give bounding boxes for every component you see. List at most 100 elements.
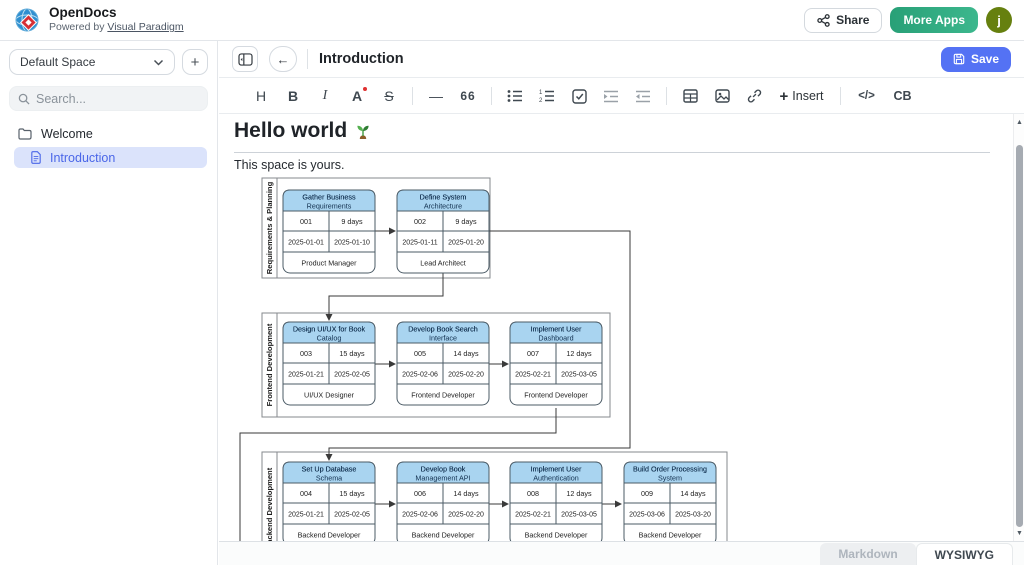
tab-markdown[interactable]: Markdown <box>820 543 915 565</box>
back-button[interactable]: ← <box>269 46 297 72</box>
toolbar-separator <box>491 87 492 105</box>
sidebar-item-introduction[interactable]: Introduction <box>14 147 207 168</box>
svg-text:Dashboard: Dashboard <box>538 334 573 343</box>
svg-text:2025-03-06: 2025-03-06 <box>629 512 665 519</box>
task-card-005: Develop Book SearchInterface00514 days20… <box>397 322 489 405</box>
blockquote-button[interactable]: 66 <box>458 85 479 107</box>
toggle-sidebar-button[interactable] <box>232 46 258 72</box>
table-button[interactable] <box>680 85 701 107</box>
svg-text:Build Order Processing: Build Order Processing <box>633 465 707 474</box>
horizontal-rule-button[interactable]: — <box>426 85 447 107</box>
task-card-006: Develop BookManagement API00614 days2025… <box>397 462 489 541</box>
tab-wysiwyg[interactable]: WYSIWYG <box>916 543 1013 565</box>
more-apps-button[interactable]: More Apps <box>890 7 978 33</box>
add-space-button[interactable]: + <box>182 49 208 75</box>
svg-text:2025-01-11: 2025-01-11 <box>402 240 437 247</box>
ordered-list-button[interactable]: 12 <box>537 85 558 107</box>
editor-mode-bar: Markdown WYSIWYG <box>219 541 1024 565</box>
svg-text:Management API: Management API <box>415 474 470 483</box>
document-editor[interactable]: Hello world This space is yours. Require… <box>219 114 1013 541</box>
indent-button[interactable] <box>601 85 622 107</box>
sidebar-item-welcome[interactable]: Welcome <box>0 123 217 145</box>
share-icon <box>817 14 830 27</box>
svg-text:009: 009 <box>641 489 653 498</box>
opendocs-app: OpenDocs Powered by Visual Paradigm Shar… <box>0 0 1024 565</box>
task-card-008: Implement UserAuthentication00812 days20… <box>510 462 602 541</box>
search-input[interactable] <box>36 92 186 106</box>
table-icon <box>683 89 698 103</box>
visual-paradigm-link[interactable]: Visual Paradigm <box>107 21 183 33</box>
code-block-button[interactable]: CB <box>891 85 915 107</box>
app-name: OpenDocs <box>49 6 184 21</box>
space-selector-dropdown[interactable]: Default Space <box>9 49 175 75</box>
indent-icon <box>603 90 619 103</box>
svg-text:14 days: 14 days <box>680 489 706 498</box>
svg-text:2025-03-20: 2025-03-20 <box>675 512 711 519</box>
scroll-down-icon[interactable]: ▼ <box>1014 527 1024 539</box>
task-card-001: Gather BusinessRequirements0019 days2025… <box>283 190 375 273</box>
panel-collapse-icon <box>238 53 253 66</box>
insert-button[interactable]: + Insert <box>776 85 828 107</box>
svg-text:Authentication: Authentication <box>533 474 579 483</box>
svg-text:Frontend Development: Frontend Development <box>265 323 274 406</box>
image-icon <box>715 89 730 103</box>
svg-text:Backend Development: Backend Development <box>265 467 274 541</box>
svg-text:1: 1 <box>539 90 543 96</box>
svg-text:Catalog: Catalog <box>317 334 342 343</box>
powered-by: Powered by Visual Paradigm <box>49 22 184 34</box>
svg-text:2025-01-10: 2025-01-10 <box>334 240 370 247</box>
svg-text:UI/UX Designer: UI/UX Designer <box>304 391 355 400</box>
folder-icon <box>18 128 32 140</box>
svg-text:Develop Book: Develop Book <box>421 465 466 474</box>
svg-text:Backend Developer: Backend Developer <box>639 531 702 540</box>
task-list-icon <box>572 89 587 104</box>
svg-text:2025-01-21: 2025-01-21 <box>288 372 324 379</box>
svg-text:Interface: Interface <box>429 334 457 343</box>
scrollbar-thumb[interactable] <box>1016 145 1023 527</box>
inline-code-button[interactable]: </> <box>854 85 880 107</box>
project-plan-diagram[interactable]: Requirements & PlanningFrontend Developm… <box>219 114 1013 541</box>
save-button[interactable]: Save <box>941 47 1011 72</box>
svg-text:Architecture: Architecture <box>424 202 462 211</box>
sidebar: Default Space + Welcome <box>0 41 218 565</box>
svg-text:Backend Developer: Backend Developer <box>298 531 361 540</box>
svg-text:Develop Book Search: Develop Book Search <box>408 325 478 334</box>
svg-text:006: 006 <box>414 489 426 498</box>
italic-button[interactable]: I <box>315 85 336 107</box>
svg-text:Set Up Database: Set Up Database <box>302 465 357 474</box>
image-button[interactable] <box>712 85 733 107</box>
task-list-button[interactable] <box>569 85 590 107</box>
svg-text:15 days: 15 days <box>339 489 365 498</box>
bullet-list-button[interactable] <box>505 85 526 107</box>
svg-text:Define System: Define System <box>420 193 467 202</box>
strikethrough-button[interactable]: S <box>379 85 400 107</box>
vertical-scrollbar[interactable]: ▲ ▼ <box>1013 114 1024 541</box>
toolbar-separator <box>666 87 667 105</box>
svg-text:Product Manager: Product Manager <box>301 259 357 268</box>
scroll-up-icon[interactable]: ▲ <box>1014 116 1024 128</box>
svg-text:2025-02-05: 2025-02-05 <box>334 372 370 379</box>
outdent-icon <box>635 90 651 103</box>
page-tree: Welcome Introduction <box>0 123 217 168</box>
svg-text:2025-02-20: 2025-02-20 <box>448 512 484 519</box>
share-button[interactable]: Share <box>804 8 882 33</box>
heading-button[interactable]: H <box>251 85 272 107</box>
svg-text:2025-03-05: 2025-03-05 <box>561 512 597 519</box>
svg-text:2025-02-06: 2025-02-06 <box>402 372 438 379</box>
link-button[interactable] <box>744 85 765 107</box>
svg-text:Gather Business: Gather Business <box>302 193 356 202</box>
svg-text:2025-02-21: 2025-02-21 <box>515 372 551 379</box>
editor-toolbar: H B I A S — 66 12 <box>219 79 1024 114</box>
user-avatar[interactable]: j <box>986 7 1012 33</box>
sidebar-search[interactable] <box>9 86 208 111</box>
text-color-button[interactable]: A <box>347 85 368 107</box>
outdent-button[interactable] <box>633 85 654 107</box>
svg-text:2025-02-06: 2025-02-06 <box>402 512 438 519</box>
document-icon <box>30 151 42 164</box>
bullet-list-icon <box>507 89 523 103</box>
opendocs-logo-icon <box>14 7 41 34</box>
svg-text:004: 004 <box>300 489 312 498</box>
svg-text:Frontend Developer: Frontend Developer <box>411 391 475 400</box>
svg-text:2025-01-01: 2025-01-01 <box>288 240 324 247</box>
bold-button[interactable]: B <box>283 85 304 107</box>
